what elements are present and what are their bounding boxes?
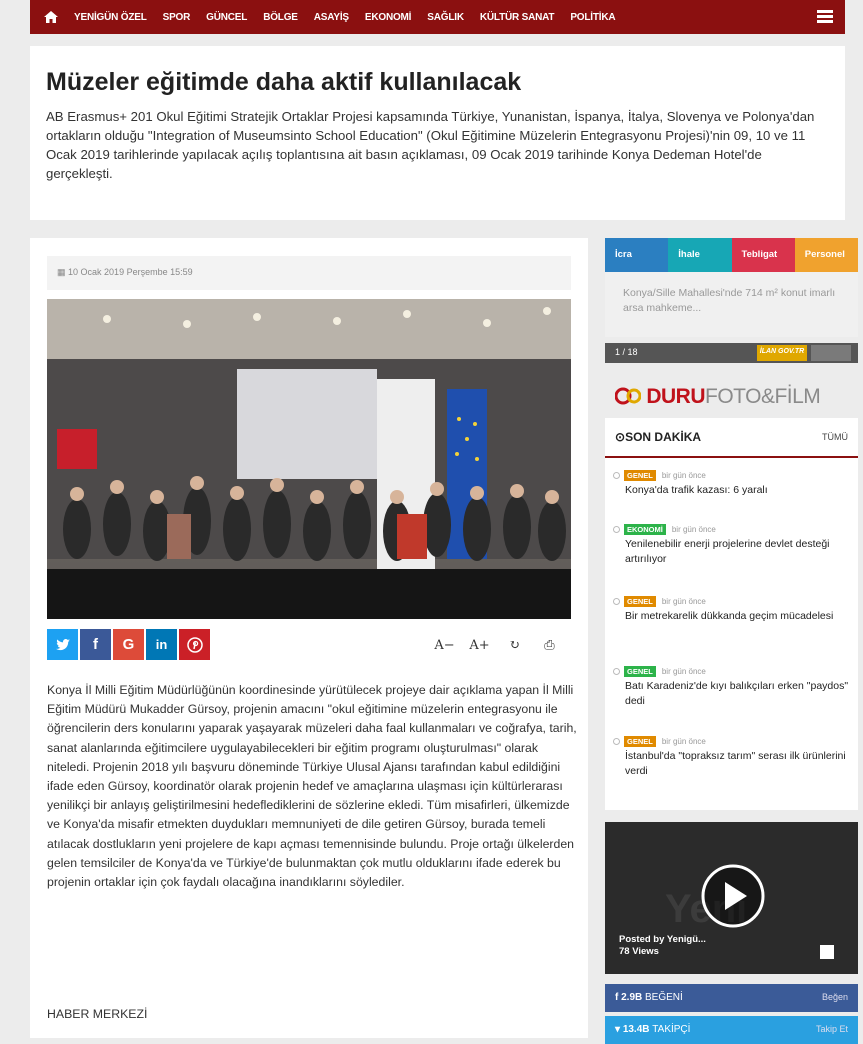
- pinterest-share-button[interactable]: [179, 629, 210, 660]
- ilan-tabs: İcra İhale Tebligat Personel: [605, 238, 858, 272]
- camera-lens-icon: [614, 387, 642, 405]
- pinterest-icon: [186, 636, 203, 653]
- article-date-bar: ▦ 10 Ocak 2019 Perşembe 15:59: [47, 256, 571, 290]
- home-icon[interactable]: [36, 0, 66, 34]
- menu-icon[interactable]: [817, 10, 833, 23]
- article-signature: HABER MERKEZİ: [47, 1007, 148, 1021]
- nav-item-bolge[interactable]: BÖLGE: [263, 12, 298, 23]
- nav-item-politika[interactable]: POLİTİKA: [570, 12, 615, 23]
- facebook-follow-bar[interactable]: f 2.9B BEĞENİ Beğen: [605, 984, 858, 1012]
- nav-item-ekonomi[interactable]: EKONOMİ: [365, 12, 412, 23]
- font-decrease-button[interactable]: A−: [427, 634, 462, 656]
- nav-item-asayis[interactable]: ASAYİŞ: [314, 12, 349, 23]
- print-icon[interactable]: ⎙: [532, 634, 567, 656]
- list-item[interactable]: EKONOMİ bir gün önce Yenilenebilir enerji…: [613, 524, 853, 567]
- google-share-button[interactable]: G: [113, 629, 144, 660]
- twitter-icon: ▾ 13.4B TAKİPÇİ: [615, 1024, 691, 1035]
- google-icon: G: [122, 636, 135, 653]
- article-photo: [47, 299, 571, 619]
- clock-icon: ⊙: [615, 430, 626, 444]
- tab-tebligat[interactable]: Tebligat: [731, 238, 795, 272]
- nav-item-kultur-sanat[interactable]: KÜLTÜR SANAT: [480, 12, 555, 23]
- news-title[interactable]: İstanbul'da "topraksız tarım" serası ilk…: [625, 749, 853, 779]
- twitter-icon: [55, 638, 70, 650]
- tab-personel[interactable]: Personel: [794, 238, 858, 272]
- article-content: ▦ 10 Ocak 2019 Perşembe 15:59 f G in A− …: [30, 238, 588, 1038]
- video-views: 78 Views: [619, 946, 659, 957]
- article-title: Müzeler eğitimde daha aktif kullanılacak: [46, 68, 522, 96]
- font-increase-button[interactable]: A+: [462, 634, 497, 656]
- list-item[interactable]: GENEL bir gün önce Konya'da trafik kazası…: [613, 470, 853, 498]
- sponsor-badge: [811, 345, 851, 361]
- news-title[interactable]: Yenilenebilir enerji projelerine devlet …: [625, 537, 853, 567]
- article-date: 10 Ocak 2019 Perşembe 15:59: [68, 267, 193, 277]
- twitter-follow-button[interactable]: Takip Et: [816, 1024, 848, 1036]
- nav-item-saglik[interactable]: SAĞLIK: [427, 12, 464, 23]
- twitter-share-button[interactable]: [47, 629, 78, 660]
- video-widget[interactable]: Yeni Posted by Yenigü... 78 Views: [605, 822, 858, 974]
- son-dakika-all-link[interactable]: TÜMÜ: [822, 432, 848, 442]
- top-navbar: YENİGÜN ÖZEL SPOR GÜNCEL BÖLGE ASAYİŞ EK…: [30, 0, 845, 34]
- sponsor-logo[interactable]: DURUFOTO&FİLM: [614, 385, 821, 409]
- nav-item-yenigun-ozel[interactable]: YENİGÜN ÖZEL: [74, 12, 147, 23]
- son-dakika-title: ⊙SON DAKİKA: [615, 430, 702, 444]
- list-item[interactable]: GENEL bir gün önce İstanbul'da "topraksız…: [613, 736, 853, 779]
- news-title[interactable]: Bir metrekarelik dükkanda geçim mücadele…: [625, 609, 853, 624]
- article-header: Müzeler eğitimde daha aktif kullanılacak…: [30, 46, 845, 220]
- divider: [605, 456, 858, 458]
- share-buttons: f G in: [47, 629, 212, 660]
- facebook-icon: f: [93, 636, 98, 653]
- linkedin-icon: in: [155, 637, 168, 652]
- nav-item-spor[interactable]: SPOR: [163, 12, 191, 23]
- facebook-like-button[interactable]: Beğen: [822, 992, 848, 1004]
- linkedin-share-button[interactable]: in: [146, 629, 177, 660]
- facebook-share-button[interactable]: f: [80, 629, 111, 660]
- facebook-icon: f 2.9B BEĞENİ: [615, 992, 683, 1003]
- news-title[interactable]: Konya'da trafik kazası: 6 yaralı: [625, 483, 853, 498]
- article-body: Konya İl Milli Eğitim Müdürlüğünün koord…: [47, 683, 577, 890]
- reset-icon[interactable]: ↻: [497, 634, 532, 656]
- ilan-gov-logo: İLAN GOV.TR: [757, 345, 807, 361]
- list-item[interactable]: GENEL bir gün önce Bir metrekarelik dükka…: [613, 596, 853, 624]
- twitter-follow-bar[interactable]: ▾ 13.4B TAKİPÇİ Takip Et: [605, 1016, 858, 1044]
- tab-ihale[interactable]: İhale: [668, 238, 732, 272]
- article-tools: A− A+ ↻ ⎙: [427, 634, 567, 656]
- son-dakika-panel: ⊙SON DAKİKA TÜMÜ GENEL bir gün önce Konya…: [605, 418, 858, 810]
- nav-item-guncel[interactable]: GÜNCEL: [206, 12, 247, 23]
- ilan-text[interactable]: Konya/Sille Mahallesi'nde 714 m² konut i…: [605, 272, 858, 337]
- article-summary: AB Erasmus+ 201 Okul Eğitimi Stratejik O…: [46, 109, 815, 181]
- video-posted-by: Posted by Yenigü...: [619, 934, 706, 945]
- news-title[interactable]: Batı Karadeniz'de kıyı balıkçıları erken…: [625, 679, 853, 709]
- calendar-icon: ▦: [57, 267, 66, 277]
- tab-icra[interactable]: İcra: [605, 238, 669, 272]
- list-item[interactable]: GENEL bir gün önce Batı Karadeniz'de kıyı…: [613, 666, 853, 709]
